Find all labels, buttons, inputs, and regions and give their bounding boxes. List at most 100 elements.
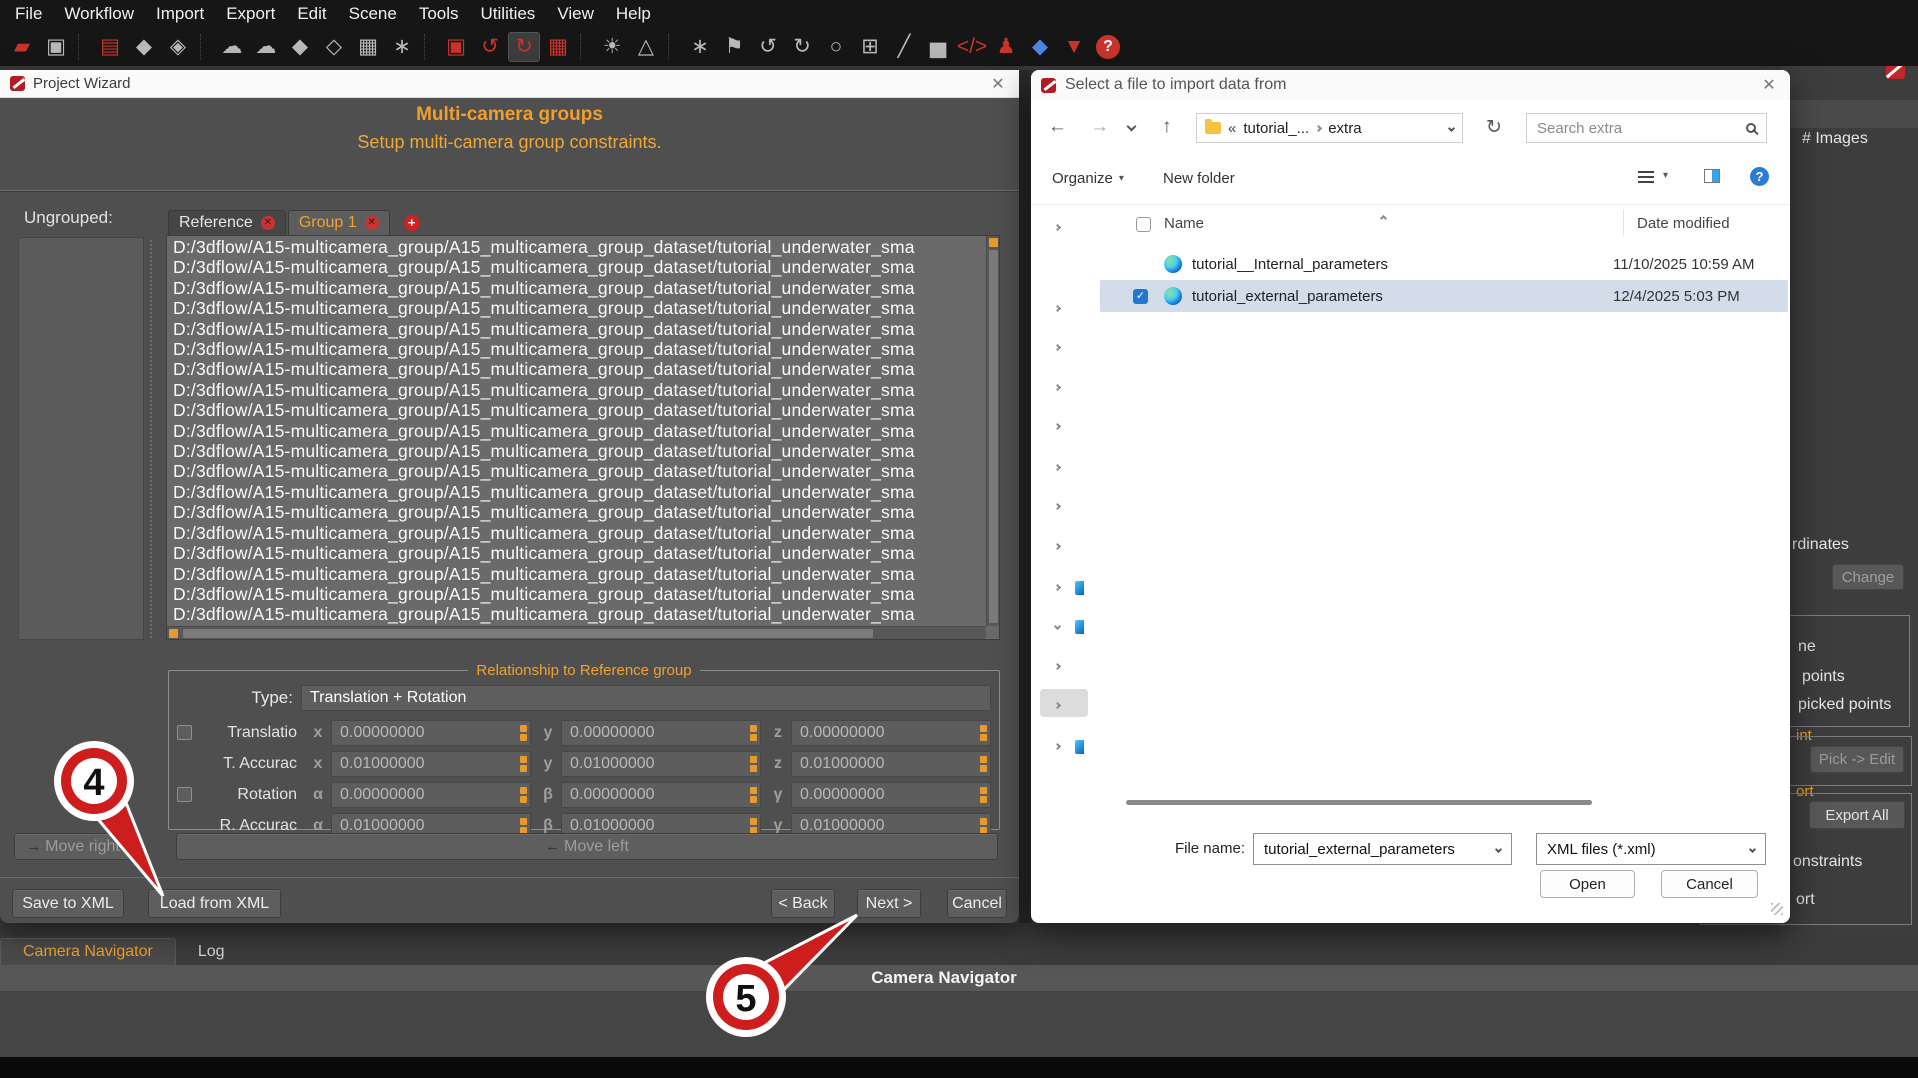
checked-checkbox-icon[interactable]: ✓ [1133,289,1148,304]
user-icon[interactable]: ♟ [990,32,1022,62]
spinner-arrows-icon[interactable] [980,725,987,741]
dialog-help-icon[interactable]: ? [1750,167,1769,186]
wizard-close-icon[interactable]: ✕ [987,74,1009,94]
view-mode-icon[interactable] [1638,171,1654,183]
file-path-row[interactable]: D:/3dflow/A15-multicamera_group/A15_mult… [167,441,985,461]
menu-item-help[interactable]: Help [605,4,662,24]
menu-item-scene[interactable]: Scene [338,4,408,24]
search-input[interactable] [1537,120,1746,137]
nav-back-icon[interactable]: ← [1048,116,1067,138]
constraint-spinbox[interactable]: 0.00000000 [331,782,531,808]
file-path-row[interactable]: D:/3dflow/A15-multicamera_group/A15_mult… [167,319,985,339]
back-button[interactable]: < Back [771,889,835,918]
breadcrumb-parent[interactable]: tutorial_... [1243,120,1309,137]
spinner-arrows-icon[interactable] [520,818,527,834]
tree-expand-icon[interactable] [1054,344,1061,351]
ungrouped-list[interactable] [18,237,144,640]
menu-item-edit[interactable]: Edit [286,4,337,24]
menu-item-export[interactable]: Export [215,4,286,24]
tree-expand-icon[interactable] [1054,305,1061,312]
type-combobox[interactable]: Translation + Rotation [301,685,991,711]
textured-mesh-icon[interactable]: ▦ [352,32,384,62]
point-cloud-cube-icon[interactable]: ◆ [128,32,160,62]
spinner-arrows-icon[interactable] [520,756,527,772]
undo-icon[interactable]: ↺ [752,32,784,62]
constraint-spinbox[interactable]: 0.00000000 [331,720,531,746]
align-icon[interactable]: △ [630,32,662,62]
group-image-list[interactable]: D:/3dflow/A15-multicamera_group/A15_mult… [166,235,1000,640]
splitter-handle[interactable] [150,240,155,638]
column-header-name[interactable]: Name [1164,215,1204,232]
file-path-row[interactable]: D:/3dflow/A15-multicamera_group/A15_mult… [167,400,985,420]
point-sphere-icon[interactable]: ∗ [386,32,418,62]
nav-forward-icon[interactable]: → [1090,116,1109,138]
select-all-checkbox[interactable] [1136,217,1151,232]
histogram-icon[interactable]: ▅ [922,32,954,62]
list-h-scrollbar[interactable] [1126,800,1592,805]
tree-expand-icon[interactable] [1054,584,1061,591]
menu-item-view[interactable]: View [546,4,605,24]
constraint-checkbox[interactable] [177,725,192,740]
spinner-arrows-icon[interactable] [750,756,757,772]
file-path-row[interactable]: D:/3dflow/A15-multicamera_group/A15_mult… [167,543,985,563]
orbit-icon[interactable]: ○ [820,32,852,62]
redo-icon[interactable]: ↻ [786,32,818,62]
constraint-checkbox[interactable] [177,787,192,802]
column-header-date[interactable]: Date modified [1637,215,1730,232]
next-button[interactable]: Next > [857,889,921,918]
mesh-extract-icon[interactable]: ◆ [284,32,316,62]
resize-grip[interactable] [1771,903,1783,915]
search-box[interactable] [1526,113,1767,143]
file-dialog-close-icon[interactable]: ✕ [1758,75,1780,95]
file-path-row[interactable]: D:/3dflow/A15-multicamera_group/A15_mult… [167,523,985,543]
nav-up-icon[interactable]: ↑ [1162,116,1172,138]
sparse-cloud-icon[interactable]: ☁ [216,32,248,62]
tree-expand-icon[interactable] [1054,663,1061,670]
tab-camera-navigator[interactable]: Camera Navigator [0,938,176,965]
shortcut-keys-icon[interactable]: ▦ [542,32,574,62]
open-project-icon[interactable]: ▰ [6,32,38,62]
file-name-dropdown-icon[interactable] [1495,845,1502,852]
sidebar-item-selected[interactable] [1040,689,1088,717]
orbit-sphere-icon[interactable]: ∗ [684,32,716,62]
file-path-row[interactable]: D:/3dflow/A15-multicamera_group/A15_mult… [167,257,985,277]
open-button[interactable]: Open [1540,870,1635,898]
add-group-icon[interactable]: + [404,215,420,231]
tree-expand-icon[interactable] [1054,384,1061,391]
file-path-row[interactable]: D:/3dflow/A15-multicamera_group/A15_mult… [167,421,985,441]
constraint-spinbox[interactable]: 0.00000000 [561,720,761,746]
code-icon[interactable]: </> [956,32,988,62]
menu-item-tools[interactable]: Tools [408,4,470,24]
sort-ascending-icon[interactable] [1380,215,1387,222]
save-to-xml-button[interactable]: Save to XML [12,889,124,918]
dialog-cancel-button[interactable]: Cancel [1661,870,1758,898]
organize-button[interactable]: Organize▾ [1052,170,1124,187]
constraint-spinbox[interactable]: 0.00000000 [561,782,761,808]
menu-item-workflow[interactable]: Workflow [53,4,145,24]
load-from-xml-button[interactable]: Load from XML [148,889,281,918]
new-folder-button[interactable]: New folder [1163,170,1235,187]
file-path-row[interactable]: D:/3dflow/A15-multicamera_group/A15_mult… [167,359,985,379]
import-data-icon[interactable]: ▤ [94,32,126,62]
file-path-row[interactable]: D:/3dflow/A15-multicamera_group/A15_mult… [167,564,985,584]
close-tab-icon[interactable]: ✕ [365,216,379,230]
photo-flag-icon[interactable]: ⚑ [718,32,750,62]
menu-item-import[interactable]: Import [145,4,215,24]
file-path-row[interactable]: D:/3dflow/A15-multicamera_group/A15_mult… [167,584,985,604]
help-icon[interactable]: ? [1096,35,1120,59]
spinner-arrows-icon[interactable] [750,818,757,834]
address-dropdown-icon[interactable] [1448,124,1455,131]
tree-expand-icon[interactable] [1054,503,1061,510]
save-project-icon[interactable]: ▣ [40,32,72,62]
camera-icon[interactable]: ▣ [440,32,472,62]
breadcrumb-current[interactable]: extra [1328,120,1361,137]
file-name-combobox[interactable]: tutorial_external_parameters [1253,833,1512,865]
file-type-combobox[interactable]: XML files (*.xml) [1536,833,1766,865]
spinner-arrows-icon[interactable] [520,725,527,741]
sidebar-drive-icon[interactable] [1075,740,1084,754]
file-row[interactable]: tutorial__Internal_parameters11/10/2025 … [1100,248,1788,280]
dense-cloud-icon[interactable]: ☁ [250,32,282,62]
spinner-arrows-icon[interactable] [980,756,987,772]
file-path-row[interactable]: D:/3dflow/A15-multicamera_group/A15_mult… [167,278,985,298]
menu-item-file[interactable]: File [4,4,53,24]
